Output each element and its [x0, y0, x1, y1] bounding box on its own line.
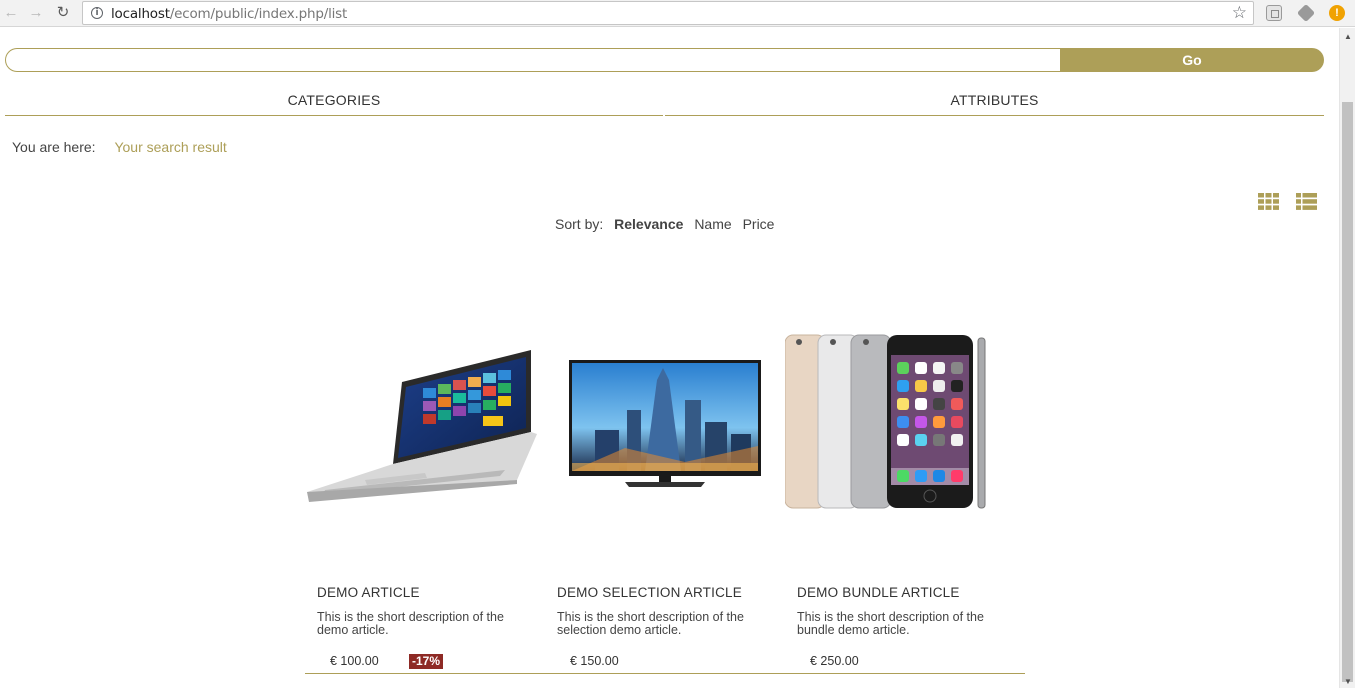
- forward-arrow-icon[interactable]: →: [27, 4, 45, 22]
- url-text: localhost/ecom/public/index.php/list: [111, 6, 347, 22]
- browser-toolbar: ← → ↻ i localhost/ecom/public/index.php/…: [0, 0, 1355, 27]
- tab-attributes[interactable]: ATTRIBUTES: [665, 84, 1324, 116]
- scroll-thumb[interactable]: [1342, 102, 1353, 682]
- product-price: € 250.00: [810, 654, 859, 668]
- reload-icon[interactable]: ↻: [54, 4, 72, 22]
- laptop-image[interactable]: [305, 330, 545, 510]
- search-form: Go: [5, 48, 1324, 72]
- extension-cube-icon[interactable]: [1296, 3, 1316, 23]
- product-name[interactable]: DEMO SELECTION ARTICLE: [557, 585, 742, 600]
- scroll-down-arrow-icon[interactable]: ▼: [1344, 677, 1352, 686]
- sort-bar: Sort by: Relevance Name Price: [555, 216, 781, 232]
- product-list-divider: [305, 673, 1025, 674]
- television-image[interactable]: [545, 330, 785, 510]
- page-scrollbar[interactable]: ▲ ▼: [1339, 28, 1355, 688]
- sort-option-relevance[interactable]: Relevance: [614, 216, 683, 232]
- discount-badge: -17%: [409, 654, 444, 669]
- breadcrumb-current[interactable]: Your search result: [114, 139, 226, 155]
- list-view-icon[interactable]: [1296, 193, 1317, 210]
- breadcrumb: You are here: Your search result: [12, 139, 227, 155]
- sort-option-price[interactable]: Price: [743, 216, 775, 232]
- url-path: /ecom/public/index.php/list: [169, 6, 348, 22]
- smartphones-image[interactable]: [785, 330, 1025, 510]
- extension-icon[interactable]: [1266, 5, 1282, 21]
- address-bar[interactable]: i localhost/ecom/public/index.php/list ☆: [82, 1, 1254, 25]
- site-info-icon[interactable]: i: [91, 7, 103, 19]
- breadcrumb-label: You are here:: [12, 139, 96, 155]
- product-card[interactable]: DEMO SELECTION ARTICLE This is the short…: [545, 290, 785, 675]
- product-card[interactable]: DEMO BUNDLE ARTICLE This is the short de…: [785, 290, 1025, 675]
- sort-label: Sort by:: [555, 216, 604, 232]
- alert-icon[interactable]: !: [1329, 5, 1345, 21]
- sort-option-name[interactable]: Name: [694, 216, 731, 232]
- product-description: This is the short description of the sel…: [557, 610, 744, 637]
- back-arrow-icon[interactable]: ←: [2, 4, 20, 22]
- url-host: localhost: [111, 6, 170, 22]
- search-input[interactable]: [5, 48, 1061, 72]
- product-description: This is the short description of the bun…: [797, 610, 984, 637]
- product-price: € 100.00: [330, 654, 379, 668]
- product-name[interactable]: DEMO ARTICLE: [317, 585, 420, 600]
- scroll-up-arrow-icon[interactable]: ▲: [1344, 32, 1352, 41]
- tab-categories[interactable]: CATEGORIES: [5, 84, 663, 116]
- grid-view-icon[interactable]: [1258, 193, 1279, 210]
- product-name[interactable]: DEMO BUNDLE ARTICLE: [797, 585, 960, 600]
- bookmark-star-icon[interactable]: ☆: [1232, 3, 1247, 23]
- go-button[interactable]: Go: [1060, 48, 1324, 72]
- product-price: € 150.00: [570, 654, 619, 668]
- product-card[interactable]: DEMO ARTICLE This is the short descripti…: [305, 290, 545, 675]
- product-description: This is the short description of the dem…: [317, 610, 504, 637]
